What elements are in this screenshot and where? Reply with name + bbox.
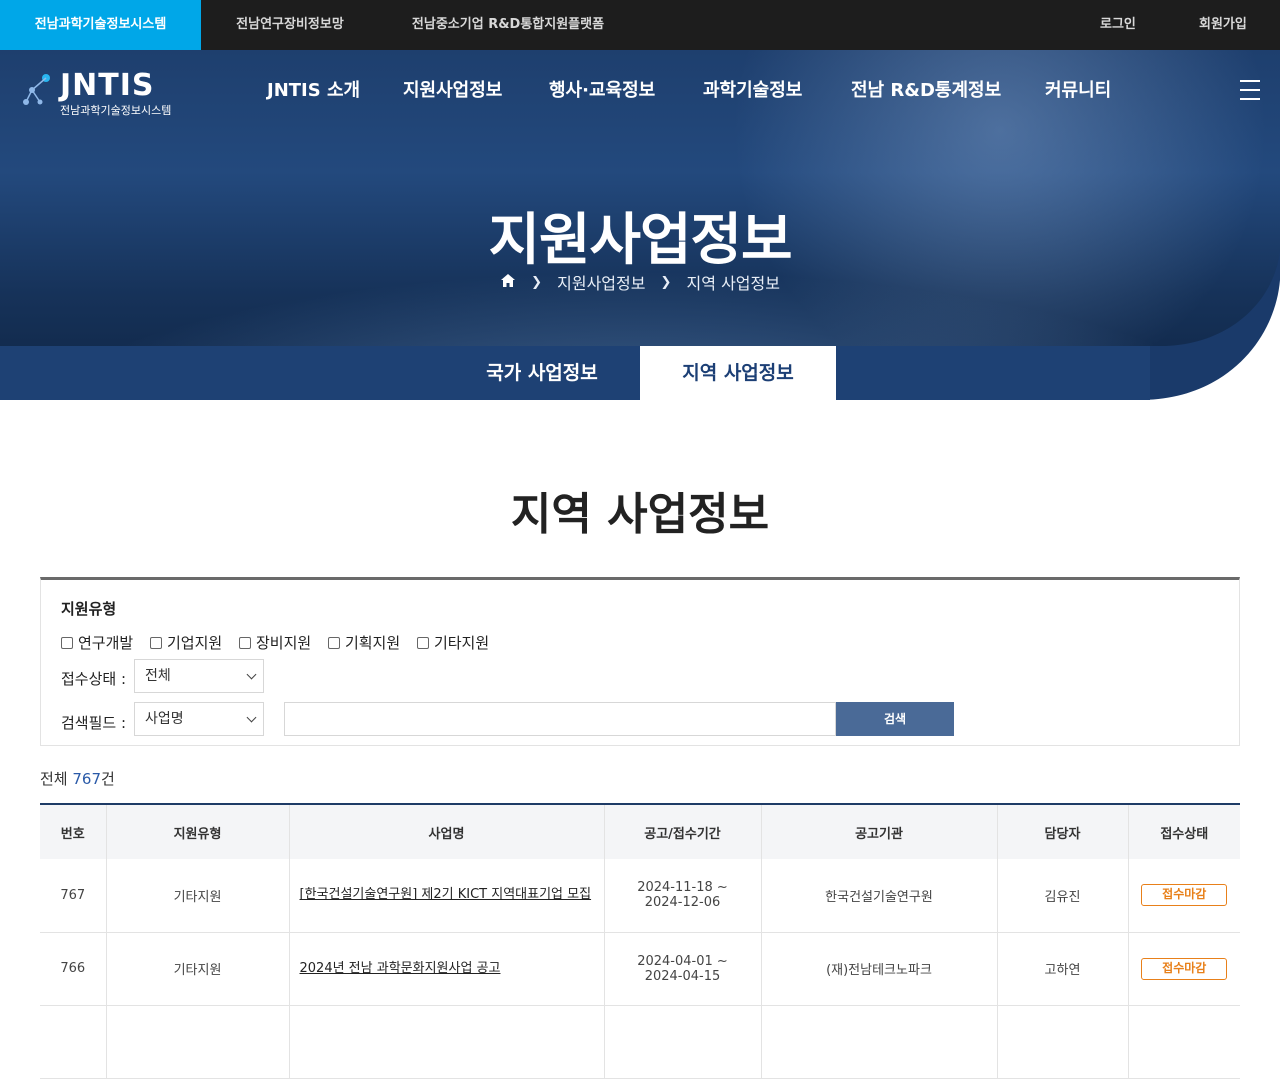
top-utility-bar: 전남과학기술정보시스템 전남연구장비정보망 전남중소기업 R&D통합지원플랫폼 … — [0, 0, 1280, 50]
cell-type: 기타지원 — [106, 859, 290, 933]
checkbox-icon — [149, 637, 162, 649]
cell-org: (재)전남테크노파크 — [761, 932, 998, 1006]
cell-type: 기타지원 — [106, 932, 290, 1006]
breadcrumb-item-regional[interactable]: 지역 사업정보 — [687, 270, 780, 294]
cell-empty — [1128, 1005, 1240, 1079]
total-count: 전체 767건 — [40, 768, 115, 789]
cell-empty — [289, 1005, 605, 1079]
period-start: 2024-11-18 ~ — [637, 880, 728, 896]
breadcrumb-item-support[interactable]: 지원사업정보 — [557, 270, 645, 294]
home-icon[interactable] — [500, 273, 516, 292]
site-link-jntis[interactable]: 전남과학기술정보시스템 — [0, 0, 201, 50]
checkbox-icon — [238, 637, 251, 649]
search-field-select-value: 사업명 — [145, 711, 184, 727]
gnb-item-support[interactable]: 지원사업정보 — [403, 76, 502, 106]
cell-empty — [761, 1005, 998, 1079]
chevron-right-icon: ❯ — [660, 274, 672, 290]
checkbox-label: 기획지원 — [344, 634, 401, 652]
col-header-title: 사업명 — [289, 803, 605, 859]
chevron-down-icon — [246, 712, 257, 723]
gnb-item-statistics[interactable]: 전남 R&D통계정보 — [851, 76, 1001, 106]
checkbox-label: 기타지원 — [433, 634, 490, 652]
search-field-select[interactable]: 사업명 — [134, 702, 264, 736]
cell-title-link[interactable]: [한국건설기술연구원] 제2기 KICT 지역대표기업 모집 — [289, 859, 605, 933]
status-select[interactable]: 전체 — [134, 659, 264, 693]
gnb-item-about[interactable]: JNTIS 소개 — [267, 76, 360, 106]
table-row: 766 기타지원 2024년 전남 과학문화지원사업 공고 2024-04-01… — [40, 932, 1240, 1006]
total-prefix: 전체 — [40, 770, 73, 788]
search-field-label: 검색필드 : — [61, 714, 127, 732]
table-row: 767 기타지원 [한국건설기술연구원] 제2기 KICT 지역대표기업 모집 … — [40, 859, 1240, 933]
cell-manager: 김유진 — [997, 859, 1129, 933]
cell-empty — [40, 1005, 107, 1079]
table-header-row: 번호 지원유형 사업명 공고/접수기간 공고기관 담당자 접수상태 — [40, 803, 1240, 859]
page-title: 지역 사업정보 — [510, 489, 770, 540]
keyword-input[interactable] — [284, 702, 836, 736]
total-suffix: 건 — [101, 770, 115, 788]
cell-no: 766 — [40, 932, 107, 1006]
cell-status: 접수마감 — [1128, 859, 1240, 933]
col-header-type: 지원유형 — [106, 803, 290, 859]
checkbox-other[interactable]: 기타지원 — [416, 632, 490, 653]
gnb-item-community[interactable]: 커뮤니티 — [1045, 76, 1111, 106]
period-start: 2024-04-01 ~ — [637, 953, 728, 969]
search-filter-panel: 지원유형 연구개발 기업지원 장비지원 기획지원 기타지원 접수상태 : 전체 … — [40, 577, 1240, 746]
checkbox-equipment[interactable]: 장비지원 — [238, 632, 312, 653]
period-end: 2024-04-15 — [644, 968, 721, 984]
col-header-manager: 담당자 — [997, 803, 1129, 859]
gnb-item-science[interactable]: 과학기술정보 — [703, 76, 802, 106]
period-end: 2024-12-06 — [644, 895, 721, 911]
cell-empty — [106, 1005, 290, 1079]
checkbox-label: 장비지원 — [255, 634, 312, 652]
checkbox-label: 연구개발 — [78, 634, 134, 652]
site-link-rnd-platform[interactable]: 전남중소기업 R&D통합지원플랫폼 — [379, 0, 637, 50]
status-label: 접수상태 : — [61, 670, 127, 688]
checkbox-icon — [61, 637, 73, 649]
cell-title-link[interactable]: 2024년 전남 과학문화지원사업 공고 — [289, 932, 605, 1006]
tab-national-programs[interactable]: 국가 사업정보 — [444, 346, 640, 400]
cell-period: 2024-04-01 ~2024-04-15 — [604, 932, 762, 1006]
tab-regional-programs[interactable]: 지역 사업정보 — [640, 346, 836, 400]
hamburger-menu-icon[interactable] — [1240, 80, 1260, 100]
table-row — [40, 1005, 1240, 1079]
status-select-value: 전체 — [145, 668, 171, 684]
logo-text: JNTIS — [60, 68, 155, 103]
hero-title: 지원사업정보 — [488, 208, 792, 273]
cell-empty — [604, 1005, 762, 1079]
checkbox-label: 기업지원 — [166, 634, 223, 652]
cell-manager: 고하연 — [997, 932, 1129, 1006]
checkbox-business[interactable]: 기업지원 — [149, 632, 223, 653]
checkbox-icon — [416, 637, 429, 649]
signup-link[interactable]: 회원가입 — [1199, 0, 1247, 50]
checkbox-planning[interactable]: 기획지원 — [327, 632, 401, 653]
sub-tabs: 국가 사업정보 지역 사업정보 — [444, 346, 836, 400]
col-header-period: 공고/접수기간 — [604, 803, 762, 859]
login-link[interactable]: 로그인 — [1100, 0, 1136, 50]
breadcrumb: ❯ 지원사업정보 ❯ 지역 사업정보 — [0, 270, 1280, 294]
chevron-right-icon: ❯ — [531, 274, 543, 290]
status-badge: 접수마감 — [1141, 957, 1228, 980]
col-header-org: 공고기관 — [761, 803, 998, 859]
col-header-no: 번호 — [40, 803, 107, 859]
col-header-status: 접수상태 — [1128, 803, 1240, 859]
chevron-down-icon — [246, 669, 257, 680]
cell-empty — [997, 1005, 1129, 1079]
cell-org: 한국건설기술연구원 — [761, 859, 998, 933]
cell-status: 접수마감 — [1128, 932, 1240, 1006]
support-type-label: 지원유형 — [61, 600, 117, 618]
support-type-checkboxes: 연구개발 기업지원 장비지원 기획지원 기타지원 — [61, 632, 501, 653]
logo-subtext: 전남과학기술정보시스템 — [60, 104, 172, 117]
gnb-item-events[interactable]: 행사·교육정보 — [549, 76, 655, 106]
checkbox-research[interactable]: 연구개발 — [61, 632, 133, 653]
cell-period: 2024-11-18 ~2024-12-06 — [604, 859, 762, 933]
program-list-table: 번호 지원유형 사업명 공고/접수기간 공고기관 담당자 접수상태 767 기타… — [40, 803, 1240, 1079]
site-link-equipment[interactable]: 전남연구장비정보망 — [201, 0, 379, 50]
status-badge: 접수마감 — [1141, 884, 1228, 907]
cell-no: 767 — [40, 859, 107, 933]
search-button[interactable]: 검색 — [836, 702, 954, 736]
total-number: 767 — [72, 770, 102, 788]
logo-molecule-icon — [23, 74, 50, 105]
checkbox-icon — [327, 637, 340, 649]
